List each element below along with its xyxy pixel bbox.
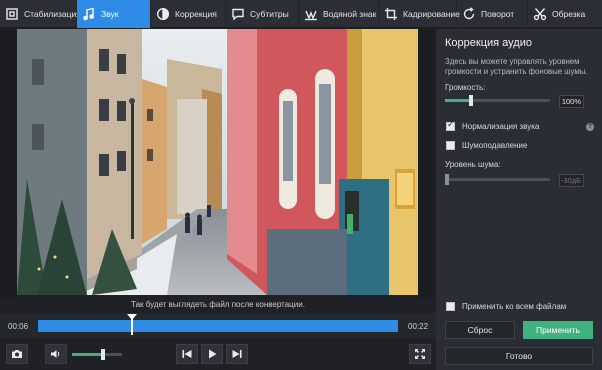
crop-icon	[383, 6, 399, 22]
preview-gutter-left	[0, 29, 17, 297]
fullscreen-button[interactable]	[409, 344, 431, 364]
volume-slider[interactable]	[72, 349, 122, 360]
end-time: 00:22	[408, 322, 429, 331]
tab-label: Стабилизация	[24, 9, 81, 19]
tab-trim[interactable]: Обрезка	[528, 0, 602, 28]
tab-label: Водяной знак	[323, 9, 377, 19]
volume-slider-knob[interactable]	[101, 349, 105, 360]
start-time: 00:06	[8, 322, 29, 331]
speaker-icon	[51, 350, 60, 358]
stabilization-icon	[4, 6, 20, 22]
contrast-icon	[155, 6, 171, 22]
denoise-label: Шумоподавление	[462, 141, 528, 150]
panel-description: Здесь вы можете управлять уровнем громко…	[445, 57, 588, 76]
camera-icon	[12, 350, 22, 358]
watermark-icon	[303, 6, 319, 22]
subtitles-icon	[230, 6, 246, 22]
skip-forward-icon	[232, 350, 242, 358]
playback-controls	[0, 338, 436, 370]
street-scene-image	[17, 29, 418, 295]
next-frame-button[interactable]	[226, 344, 248, 364]
preview-gutter-right	[418, 29, 436, 297]
preview-hint: Так будет выглядеть файл после конвертац…	[0, 297, 436, 313]
noise-level-knob[interactable]	[445, 174, 449, 185]
scissors-icon	[532, 6, 548, 22]
denoise-checkbox[interactable]	[446, 141, 455, 150]
tool-tabbar: Стабилизация Звук Коррекция Субтитры Вод…	[0, 0, 602, 28]
tab-stabilization[interactable]: Стабилизация	[0, 0, 81, 28]
tab-label: Кадрирование	[403, 9, 460, 19]
trim-range-bar[interactable]	[38, 320, 398, 332]
tab-crop[interactable]: Кадрирование	[379, 0, 460, 28]
timeline: 00:06 00:22	[0, 313, 436, 338]
skip-back-icon	[182, 350, 192, 358]
reset-button[interactable]: Сброс	[445, 321, 515, 339]
snapshot-button[interactable]	[6, 344, 28, 364]
noise-level-label: Уровень шума:	[445, 160, 501, 169]
noise-level-slider[interactable]	[445, 174, 550, 185]
audio-correction-panel: Коррекция аудио Здесь вы можете управлят…	[436, 29, 602, 370]
noise-value-field[interactable]: -30дБ	[559, 174, 584, 187]
tab-sound[interactable]: Звук	[77, 0, 151, 28]
tab-rotate[interactable]: Поворот	[457, 0, 528, 28]
normalize-checkbox[interactable]	[446, 120, 455, 131]
play-button[interactable]	[201, 344, 223, 364]
apply-all-checkbox[interactable]	[446, 302, 455, 311]
volume-value-field[interactable]: 100%	[559, 95, 584, 108]
help-icon[interactable]: ?	[586, 123, 594, 131]
tab-label: Звук	[101, 9, 119, 19]
normalize-label: Нормализация звука	[462, 122, 540, 131]
mute-button[interactable]	[45, 344, 67, 364]
tab-subtitles[interactable]: Субтитры	[226, 0, 299, 28]
volume-slider-fill	[72, 353, 103, 356]
panel-volume-fill	[445, 99, 471, 102]
tab-label: Коррекция	[175, 9, 217, 19]
apply-button[interactable]: Применить	[523, 321, 593, 339]
previous-frame-button[interactable]	[176, 344, 198, 364]
tab-correction[interactable]: Коррекция	[151, 0, 226, 28]
tab-watermark[interactable]: Водяной знак	[299, 0, 379, 28]
panel-volume-knob[interactable]	[469, 95, 473, 106]
panel-title: Коррекция аудио	[445, 37, 532, 49]
tab-label: Поворот	[481, 9, 515, 19]
fullscreen-icon	[415, 349, 425, 359]
tab-label: Субтитры	[250, 9, 289, 19]
music-note-icon	[81, 6, 97, 22]
playhead-handle[interactable]	[127, 314, 137, 320]
done-button[interactable]: Готово	[445, 347, 593, 365]
rotate-icon	[461, 6, 477, 22]
apply-all-label: Применить ко всем файлам	[462, 302, 567, 311]
play-icon	[209, 349, 217, 359]
video-preview[interactable]	[17, 29, 418, 295]
tab-label: Обрезка	[552, 9, 586, 19]
volume-label: Громкость:	[445, 83, 486, 92]
panel-volume-slider[interactable]	[445, 95, 550, 106]
